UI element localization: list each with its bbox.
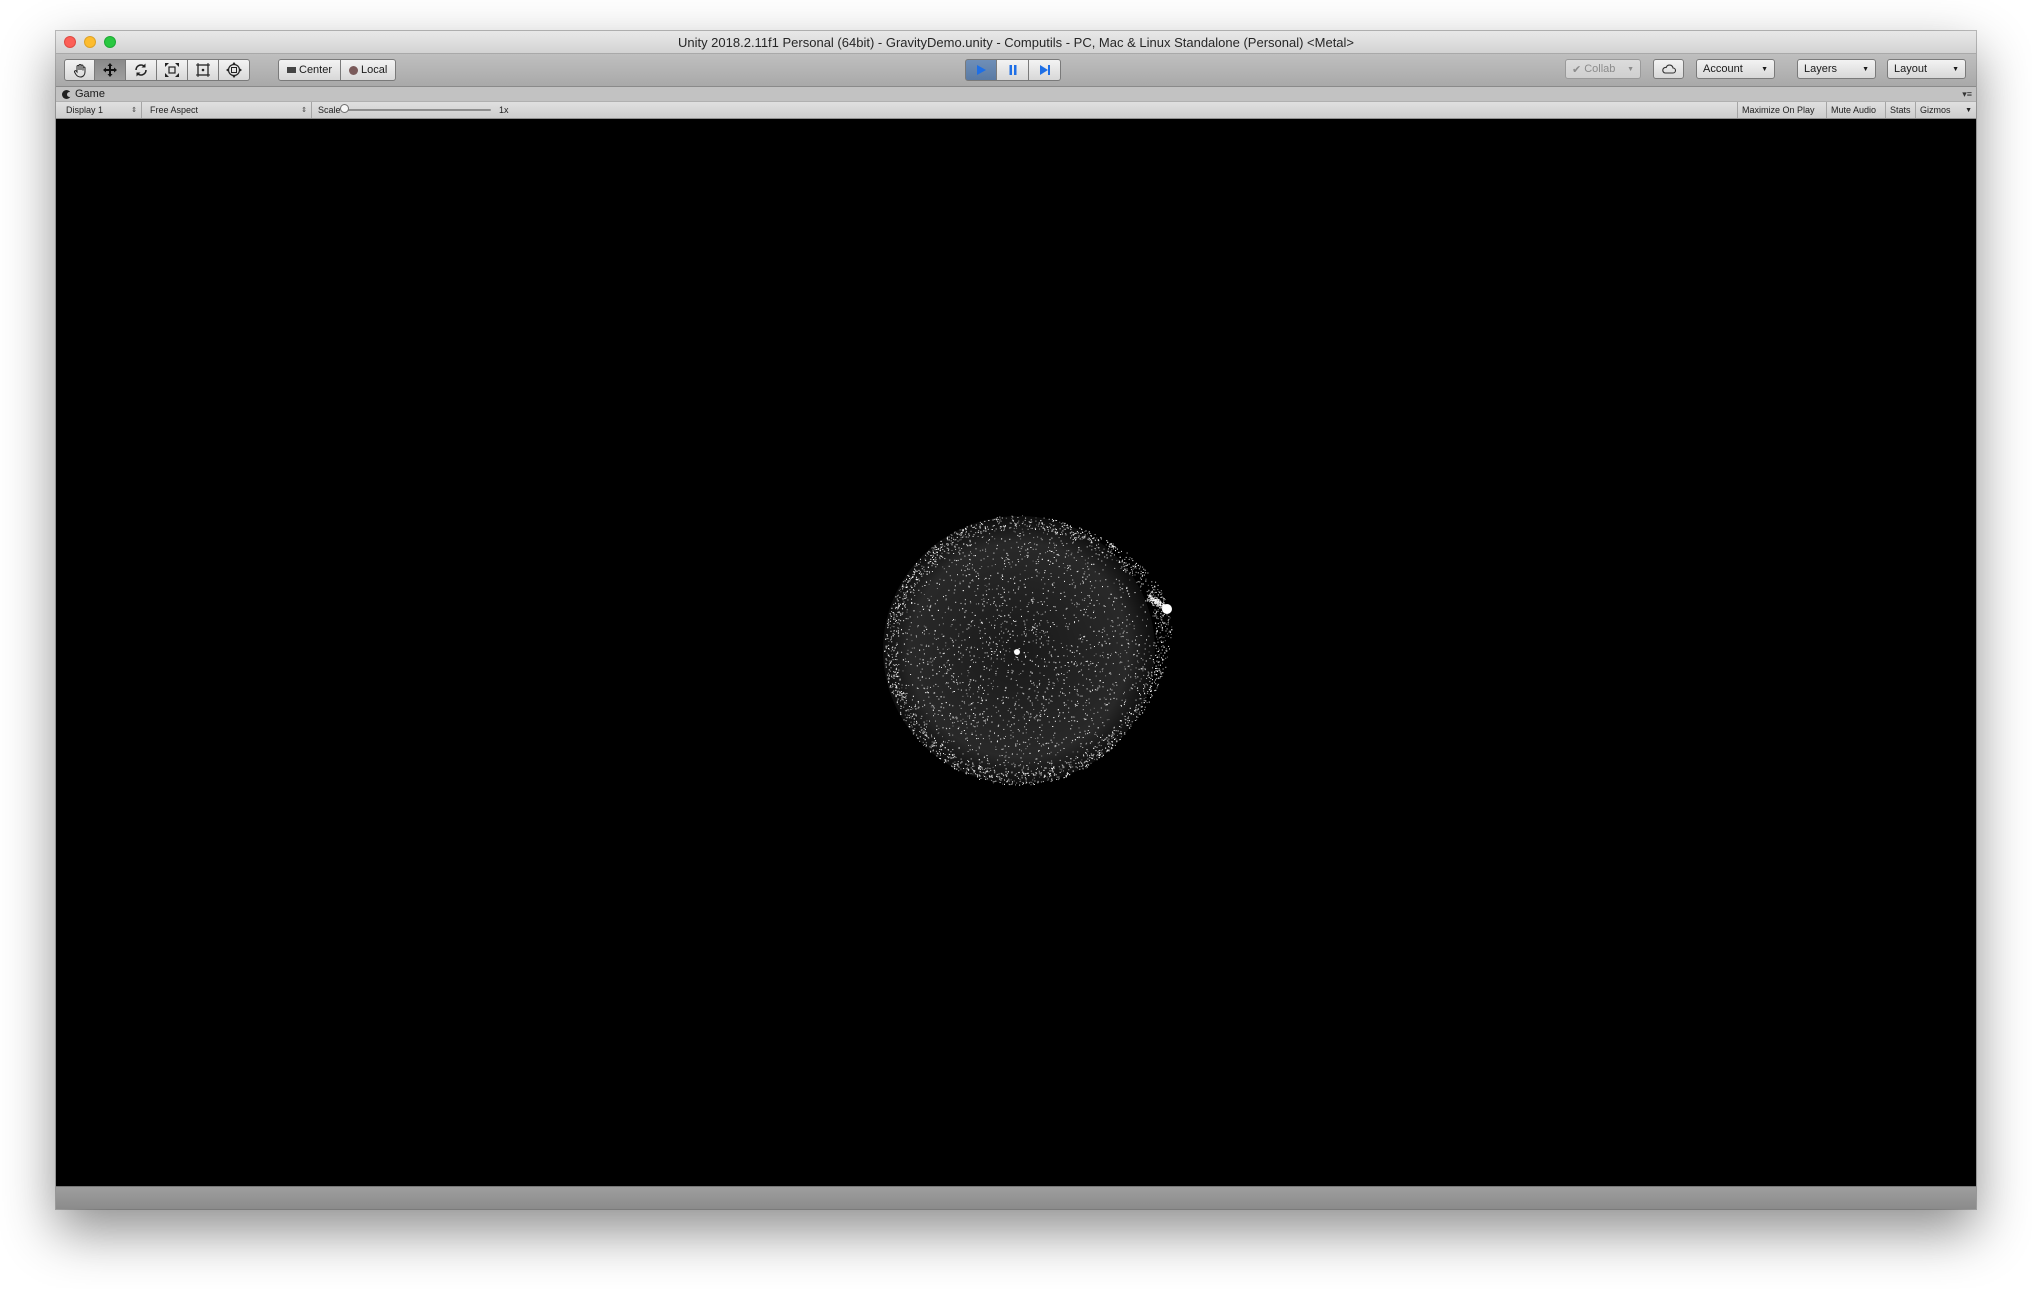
window-title: Unity 2018.2.11f1 Personal (64bit) - Gra… bbox=[677, 35, 1355, 50]
scale-slider-thumb[interactable] bbox=[340, 104, 349, 113]
pivot-local-button[interactable]: Local bbox=[341, 59, 397, 81]
pause-button[interactable] bbox=[997, 59, 1029, 81]
stats-label: Stats bbox=[1890, 105, 1911, 115]
pivot-local-label: Local bbox=[361, 64, 388, 76]
pause-icon bbox=[1009, 65, 1016, 75]
mute-audio-label: Mute Audio bbox=[1831, 105, 1877, 115]
game-view-controls: Display 1 ⇕ Free Aspect ⇕ Scale 1x Maxim… bbox=[56, 101, 1976, 119]
chevron-down-icon: ▼ bbox=[1965, 106, 1972, 114]
maximize-on-play-label: Maximize On Play bbox=[1742, 105, 1815, 115]
display-select[interactable]: Display 1 ⇕ bbox=[56, 102, 142, 118]
scale-label: Scale bbox=[318, 105, 341, 115]
particle-scene bbox=[883, 515, 1173, 786]
rotate-tool-button[interactable] bbox=[126, 59, 157, 81]
pivot-center-label: Center bbox=[299, 64, 333, 76]
hand-icon bbox=[73, 64, 85, 78]
chevron-down-icon: ▼ bbox=[1862, 65, 1869, 73]
scale-tool-button[interactable] bbox=[157, 59, 188, 81]
rect-icon bbox=[196, 63, 210, 77]
aspect-select[interactable]: Free Aspect ⇕ bbox=[146, 102, 312, 118]
play-controls bbox=[965, 59, 1061, 81]
play-icon bbox=[977, 65, 986, 75]
scale-slider-track[interactable] bbox=[345, 109, 491, 111]
collab-check-icon: ✔ bbox=[1572, 63, 1582, 76]
chevron-down-icon: ▼ bbox=[1952, 65, 1959, 73]
hand-tool-button[interactable] bbox=[64, 59, 95, 81]
game-pacman-icon bbox=[62, 89, 72, 99]
pivot-center-button[interactable]: Center bbox=[278, 59, 342, 81]
pivot-local-icon bbox=[349, 65, 359, 75]
move-tool-button[interactable] bbox=[95, 59, 126, 81]
account-label: Account bbox=[1703, 63, 1743, 75]
account-dropdown[interactable]: Account ▼ bbox=[1696, 59, 1775, 79]
collab-label: Collab bbox=[1584, 63, 1616, 75]
stats-toggle[interactable]: Stats bbox=[1885, 102, 1915, 118]
rect-tool-button[interactable] bbox=[188, 59, 219, 81]
scale-icon bbox=[165, 63, 179, 77]
chevron-down-icon: ▼ bbox=[1761, 65, 1768, 73]
unity-editor-window: Unity 2018.2.11f1 Personal (64bit) - Gra… bbox=[56, 31, 1976, 1209]
step-button[interactable] bbox=[1029, 59, 1061, 81]
cloud-icon bbox=[1661, 64, 1676, 74]
main-toolbar: Center Local ✔ Collab ▼ Account ▼ Layers… bbox=[56, 54, 1976, 87]
rotate-icon bbox=[135, 63, 147, 77]
game-viewport[interactable] bbox=[56, 119, 1976, 1186]
layers-dropdown[interactable]: Layers ▼ bbox=[1797, 59, 1876, 79]
status-bar bbox=[56, 1186, 1976, 1209]
aspect-label: Free Aspect bbox=[150, 105, 199, 115]
transform-tools bbox=[64, 59, 250, 81]
tab-game[interactable]: Game bbox=[62, 87, 105, 101]
scale-control: Scale 1x bbox=[312, 102, 512, 118]
updown-icon: ⇕ bbox=[131, 107, 137, 114]
game-tab-strip: Game ▾≡ bbox=[56, 87, 1976, 101]
scale-value: 1x bbox=[499, 105, 509, 115]
chevron-down-icon: ▼ bbox=[1627, 65, 1634, 73]
layers-label: Layers bbox=[1804, 63, 1838, 75]
pivot-controls: Center Local bbox=[278, 59, 397, 81]
transform-tool-button[interactable] bbox=[219, 59, 250, 81]
layout-dropdown[interactable]: Layout ▼ bbox=[1887, 59, 1966, 79]
orbiting-mass bbox=[1162, 604, 1172, 614]
maximize-on-play-toggle[interactable]: Maximize On Play bbox=[1737, 102, 1826, 118]
gizmos-label: Gizmos bbox=[1920, 105, 1951, 115]
tab-game-label: Game bbox=[75, 88, 105, 100]
mute-audio-toggle[interactable]: Mute Audio bbox=[1826, 102, 1885, 118]
cloud-button[interactable] bbox=[1653, 59, 1684, 79]
layout-label: Layout bbox=[1894, 63, 1928, 75]
pivot-center-icon bbox=[287, 67, 296, 73]
gizmos-dropdown[interactable]: Gizmos ▼ bbox=[1915, 102, 1976, 118]
play-button[interactable] bbox=[965, 59, 997, 81]
title-bar: Unity 2018.2.11f1 Personal (64bit) - Gra… bbox=[56, 31, 1976, 54]
step-icon bbox=[1039, 65, 1050, 75]
move-icon bbox=[103, 63, 117, 77]
collab-button[interactable]: ✔ Collab ▼ bbox=[1565, 59, 1641, 79]
tab-menu-icon[interactable]: ▾≡ bbox=[1962, 89, 1972, 100]
transform-icon bbox=[226, 62, 242, 78]
central-mass bbox=[1014, 649, 1020, 655]
updown-icon: ⇕ bbox=[301, 107, 307, 114]
display-label: Display 1 bbox=[66, 105, 104, 115]
